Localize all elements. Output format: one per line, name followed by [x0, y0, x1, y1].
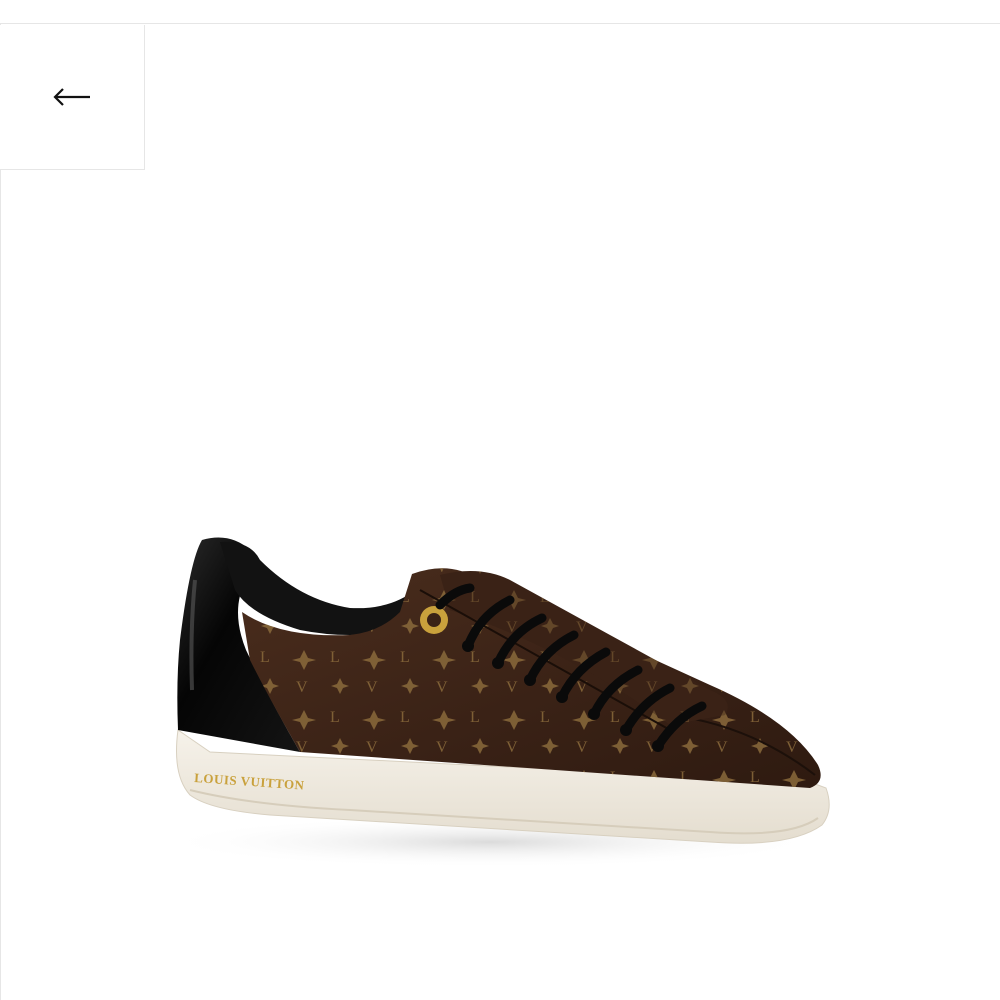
arrow-left-icon — [52, 87, 92, 107]
top-bar — [0, 0, 1000, 24]
product-image[interactable]: L V — [150, 520, 850, 880]
left-divider — [0, 24, 1, 1000]
back-button[interactable] — [0, 25, 145, 170]
sneaker-image: L V — [160, 537, 830, 868]
